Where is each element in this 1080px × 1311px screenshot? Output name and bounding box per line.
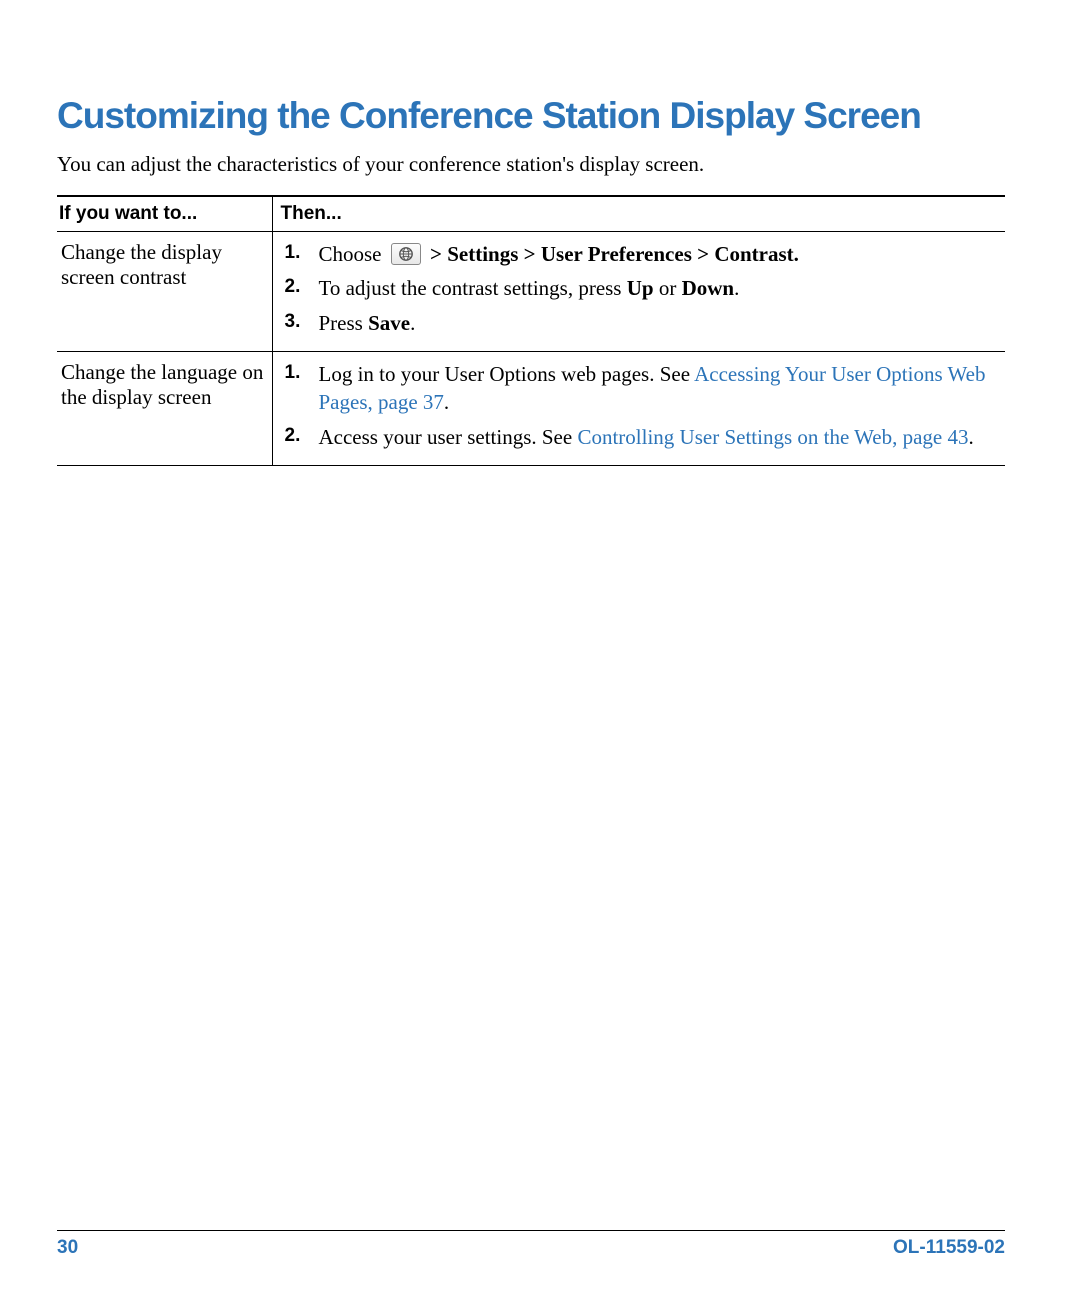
step-text: Log in to your User Options web pages. S…: [319, 362, 695, 386]
table-header-if: If you want to...: [57, 196, 272, 232]
instructions-table: If you want to... Then... Change the dis…: [57, 195, 1005, 466]
intro-text: You can adjust the characteristics of yo…: [57, 152, 1005, 177]
step-text: .: [734, 276, 739, 300]
table-row: Change the language on the display scree…: [57, 352, 1005, 466]
list-item: To adjust the contrast settings, press U…: [281, 274, 1000, 302]
want-cell: Change the language on the display scree…: [57, 352, 272, 466]
step-text: .: [410, 311, 415, 335]
applications-button-icon: [391, 243, 421, 265]
step-text: Access your user settings. See: [319, 425, 578, 449]
table-header-then: Then...: [272, 196, 1005, 232]
cross-reference-link[interactable]: Controlling User Settings on the Web, pa…: [577, 425, 968, 449]
document-id: OL-11559-02: [893, 1237, 1005, 1259]
step-text-bold: Up: [627, 276, 654, 300]
then-cell: Log in to your User Options web pages. S…: [272, 352, 1005, 466]
then-cell: Choose > Settings > User Preferences > C…: [272, 232, 1005, 352]
list-item: Choose > Settings > User Preferences > C…: [281, 240, 1000, 268]
step-text: .: [444, 390, 449, 414]
step-text-bold: Save: [368, 311, 410, 335]
step-text: Choose: [319, 242, 387, 266]
step-text: or: [654, 276, 682, 300]
want-cell: Change the display screen contrast: [57, 232, 272, 352]
table-row: Change the display screen contrast Choos…: [57, 232, 1005, 352]
step-text-bold: Down: [682, 276, 735, 300]
step-text: Press: [319, 311, 369, 335]
list-item: Access your user settings. See Controlli…: [281, 423, 1000, 451]
list-item: Log in to your User Options web pages. S…: [281, 360, 1000, 417]
list-item: Press Save.: [281, 309, 1000, 337]
step-text: .: [969, 425, 974, 449]
step-text-bold: > Settings > User Preferences > Contrast…: [425, 242, 799, 266]
step-text: To adjust the contrast settings, press: [319, 276, 627, 300]
page-title: Customizing the Conference Station Displ…: [57, 95, 1005, 137]
page-footer: 30 OL-11559-02: [57, 1230, 1005, 1259]
page-number: 30: [57, 1237, 78, 1259]
